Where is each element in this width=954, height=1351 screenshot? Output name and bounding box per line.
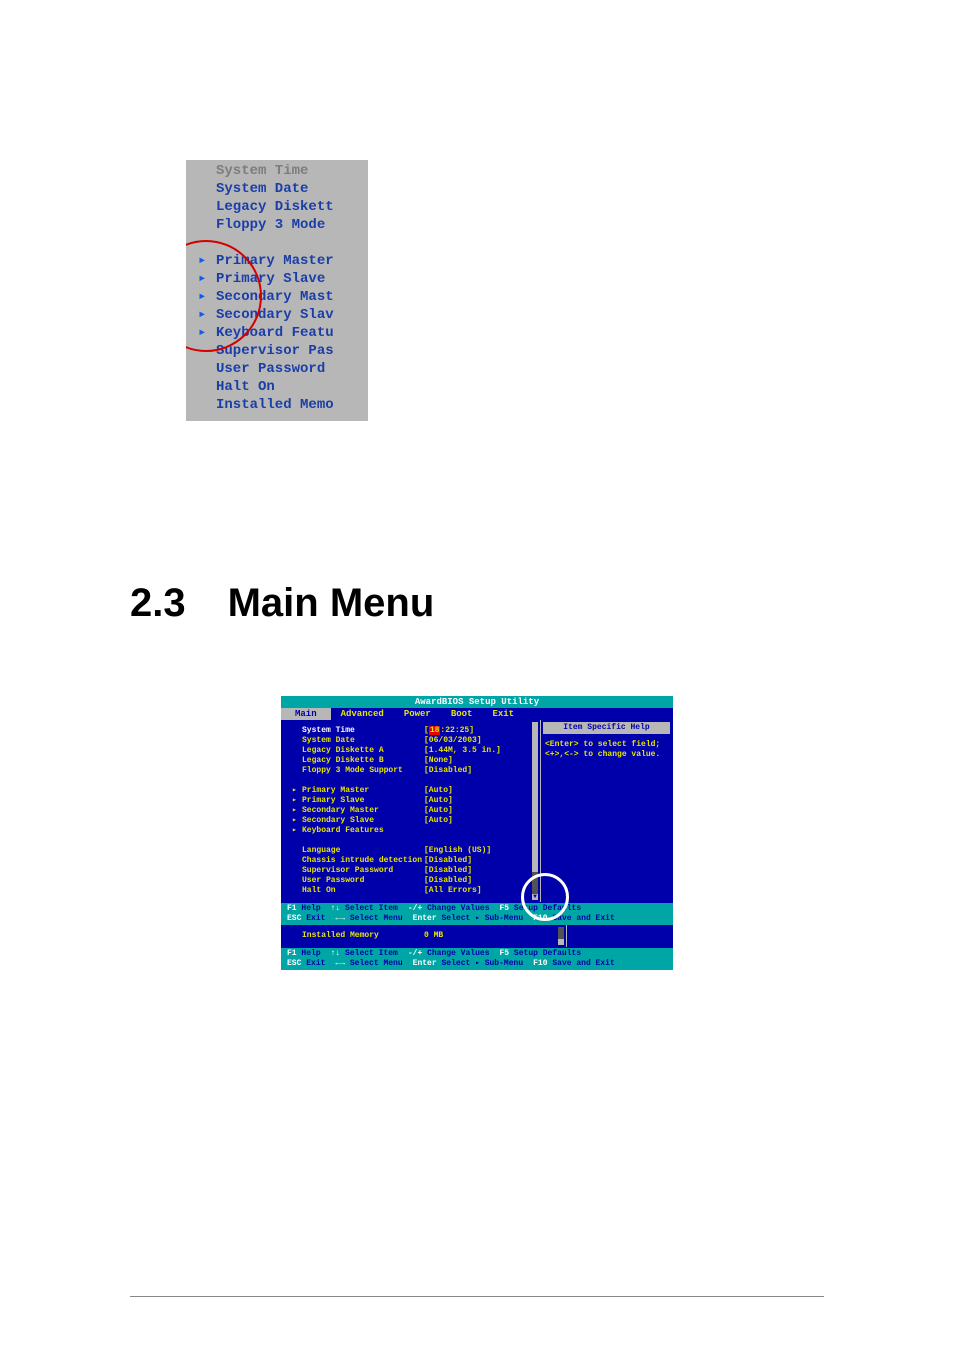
bios-row[interactable]: Secondary Master[Auto] — [292, 806, 534, 816]
bios-title-bar: AwardBIOS Setup Utility — [281, 696, 673, 708]
help-line-1: <Enter> to select field; — [541, 740, 672, 750]
footer-key: -/+ Change Values — [408, 949, 490, 959]
footer-key: -/+ Change Values — [408, 904, 490, 914]
scroll-down-arrow[interactable]: ▼ — [532, 894, 538, 900]
bios-footer-2: F1 Help ↑↓ Select Item -/+ Change Values F5… — [281, 948, 673, 970]
footer-key: F5 Setup Defaults — [500, 904, 582, 914]
footer-divider — [130, 1296, 824, 1297]
crop-line: Keyboard Featu — [198, 324, 334, 342]
section-heading: 2.3 Main Menu — [130, 581, 824, 626]
bios-row[interactable]: Language[English (US)] — [292, 846, 534, 856]
scrollbar-thumb[interactable] — [532, 722, 538, 872]
installed-memory-label: Installed Memory — [302, 931, 424, 941]
footer-key: Enter Select ▸ Sub-Menu — [413, 959, 523, 969]
bios-row[interactable]: Primary Slave[Auto] — [292, 796, 534, 806]
bios-left-pane-2: Installed Memory 0 MB — [282, 925, 566, 947]
bios-screenshot: AwardBIOS Setup Utility MainAdvancedPowe… — [281, 696, 673, 970]
page-footer — [130, 1296, 824, 1303]
footer-key: ↑↓ Select Item — [331, 904, 398, 914]
installed-memory-row: Installed Memory 0 MB — [302, 929, 560, 943]
bios-row[interactable]: User Password[Disabled] — [292, 876, 534, 886]
crop-line: Supervisor Pas — [198, 342, 334, 360]
footer-key: ↑↓ Select Item — [331, 949, 398, 959]
section-number: 2.3 — [130, 581, 186, 626]
crop-line: User Password — [198, 360, 334, 378]
footer-key: ESC Exit — [287, 914, 325, 924]
footer-key: Enter Select ▸ Sub-Menu — [413, 914, 523, 924]
bios-tab-main[interactable]: Main — [281, 708, 331, 720]
bios-left-pane: System Time[18:22:25]System Date[06/03/2… — [282, 720, 540, 902]
crop-line: System Date — [198, 180, 334, 198]
bios-help-pane-2 — [566, 925, 672, 947]
bios-row[interactable]: System Time[18:22:25] — [292, 726, 534, 736]
bios-row[interactable]: Secondary Slave[Auto] — [292, 816, 534, 826]
section-title: Main Menu — [228, 581, 435, 625]
bios-footer-1: F1 Help ↑↓ Select Item -/+ Change Values F5… — [281, 903, 673, 925]
bios-row[interactable]: Supervisor Password[Disabled] — [292, 866, 534, 876]
bios-row[interactable]: Halt On[All Errors] — [292, 886, 534, 896]
help-line-2: <+>,<-> to change value. — [541, 750, 672, 760]
bios-body-2: Installed Memory 0 MB — [281, 925, 673, 948]
bios-row[interactable]: Chassis intrude detection[Disabled] — [292, 856, 534, 866]
bios-row[interactable]: Primary Master[Auto] — [292, 786, 534, 796]
crop-line: System Time — [198, 162, 334, 180]
crop-line: Installed Memo — [198, 396, 334, 414]
bios-row[interactable]: Legacy Diskette B[None] — [292, 756, 534, 766]
footer-key: F10 Save and Exit — [533, 914, 615, 924]
footer-key: ESC Exit — [287, 959, 325, 969]
bios-tab-exit[interactable]: Exit — [482, 708, 524, 720]
footer-key: F1 Help — [287, 949, 321, 959]
footer-key: ←→ Select Menu — [335, 914, 402, 924]
crop-inner: System TimeSystem DateLegacy DiskettFlop… — [186, 160, 368, 421]
crop-line: Secondary Mast — [198, 288, 334, 306]
footer-key: ←→ Select Menu — [335, 959, 402, 969]
bios-tab-boot[interactable]: Boot — [441, 708, 483, 720]
footer-key: F10 Save and Exit — [533, 959, 615, 969]
crop-line: Primary Master — [198, 252, 334, 270]
crop-line: Floppy 3 Mode — [198, 216, 334, 234]
crop-line: Halt On — [198, 378, 334, 396]
bios-row[interactable]: System Date[06/03/2003] — [292, 736, 534, 746]
bios-row[interactable]: Legacy Diskette A[1.44M, 3.5 in.] — [292, 746, 534, 756]
crop-line: Secondary Slav — [198, 306, 334, 324]
scrollbar-thumb-2[interactable] — [558, 939, 564, 945]
crop-line: Legacy Diskett — [198, 198, 334, 216]
bios-tabs: MainAdvancedPowerBootExit — [281, 708, 673, 720]
bios-row[interactable]: Keyboard Features — [292, 826, 534, 836]
bios-body: System Time[18:22:25]System Date[06/03/2… — [281, 720, 673, 903]
footer-key: F1 Help — [287, 904, 321, 914]
footer-key: F5 Setup Defaults — [500, 949, 582, 959]
bios-row[interactable]: Floppy 3 Mode Support[Disabled] — [292, 766, 534, 776]
help-title: Item Specific Help — [541, 722, 672, 734]
bios-help-pane: Item Specific Help <Enter> to select fie… — [540, 720, 672, 902]
crop-line: Primary Slave — [198, 270, 334, 288]
bios-tab-power[interactable]: Power — [394, 708, 441, 720]
bios-tab-advanced[interactable]: Advanced — [331, 708, 394, 720]
installed-memory-value: 0 MB — [424, 931, 560, 941]
bios-crop-image: System TimeSystem DateLegacy DiskettFlop… — [186, 160, 368, 421]
